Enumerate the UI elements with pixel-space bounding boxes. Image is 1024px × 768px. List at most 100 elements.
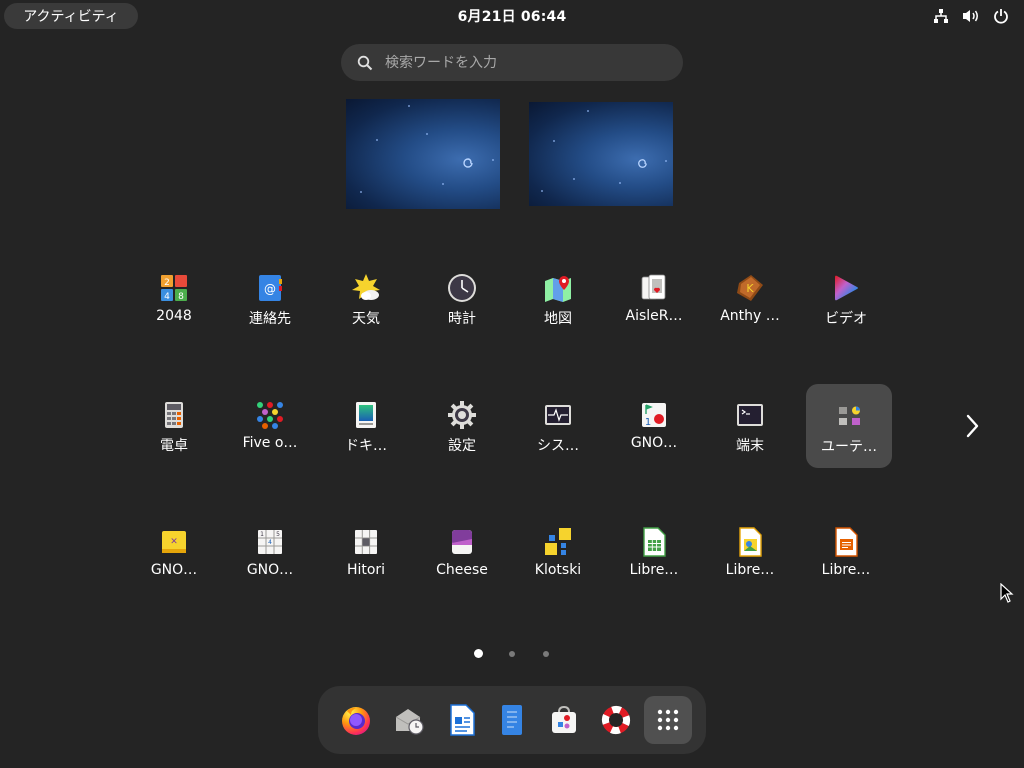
app-label: 連絡先 bbox=[249, 311, 291, 327]
video-icon bbox=[835, 275, 858, 301]
dash-help[interactable] bbox=[592, 696, 640, 744]
app-label: GNO… bbox=[150, 562, 198, 578]
show-apps-icon bbox=[657, 709, 679, 731]
app-label: GNO… bbox=[630, 435, 678, 451]
app-label: Libre… bbox=[821, 562, 871, 578]
app-label: GNO… bbox=[246, 562, 294, 578]
text-editor-icon bbox=[502, 705, 522, 735]
app-grid: 2 4 8 2048 @ 連絡先 天気 時計 地図 AisleR… K Anth… bbox=[125, 256, 893, 596]
app-mines[interactable]: 1 GNO… bbox=[611, 383, 697, 467]
power-icon[interactable] bbox=[992, 7, 1010, 25]
svg-text:K: K bbox=[746, 282, 754, 295]
app-libreoffice-draw[interactable]: Libre… bbox=[707, 510, 793, 594]
svg-text:@: @ bbox=[264, 282, 276, 296]
svg-text:8: 8 bbox=[178, 292, 184, 302]
chevron-right-icon[interactable] bbox=[962, 412, 982, 440]
app-label: Libre… bbox=[725, 562, 775, 578]
debian-swirl-icon bbox=[638, 159, 647, 168]
svg-text:✕: ✕ bbox=[170, 537, 178, 547]
svg-text:4: 4 bbox=[164, 292, 170, 302]
app-mahjongg[interactable]: ✕ GNO… bbox=[131, 510, 217, 594]
app-2048[interactable]: 2 4 8 2048 bbox=[131, 256, 217, 340]
volume-icon[interactable] bbox=[962, 7, 980, 25]
mouse-cursor-icon bbox=[1000, 583, 1014, 603]
workspace-thumbnail-2[interactable] bbox=[529, 102, 673, 206]
top-bar: アクティビティ 6月21日 06:44 bbox=[0, 0, 1024, 32]
dash-software[interactable] bbox=[540, 696, 588, 744]
app-five-or-more[interactable]: Five o… bbox=[227, 383, 313, 467]
terminal-icon bbox=[737, 404, 763, 426]
svg-text:2: 2 bbox=[164, 278, 170, 288]
evolution-icon bbox=[395, 709, 424, 735]
mahjongg-icon: ✕ bbox=[162, 531, 186, 553]
libreoffice-calc-icon bbox=[643, 527, 666, 557]
libreoffice-impress-icon bbox=[835, 527, 858, 557]
system-tray[interactable] bbox=[932, 7, 1010, 25]
app-label: 電卓 bbox=[160, 438, 188, 454]
cheese-icon bbox=[452, 530, 472, 554]
network-icon[interactable] bbox=[932, 7, 950, 25]
clock-icon bbox=[448, 274, 476, 302]
app-label: Libre… bbox=[629, 562, 679, 578]
search-icon bbox=[357, 55, 373, 70]
svg-text:5: 5 bbox=[276, 531, 280, 538]
libreoffice-draw-icon bbox=[739, 527, 762, 557]
search-input[interactable] bbox=[383, 53, 657, 72]
app-contacts[interactable]: @ 連絡先 bbox=[227, 256, 313, 340]
app-maps[interactable]: 地図 bbox=[515, 256, 601, 340]
app-label: 地図 bbox=[544, 311, 572, 327]
app-label: ドキ… bbox=[345, 438, 387, 454]
show-apps-button[interactable] bbox=[644, 696, 692, 744]
app-videos[interactable]: ビデオ bbox=[803, 256, 889, 340]
settings-icon bbox=[448, 401, 476, 429]
page-dot-2[interactable] bbox=[509, 651, 515, 657]
app-libreoffice-impress[interactable]: Libre… bbox=[803, 510, 889, 594]
app-cheese[interactable]: Cheese bbox=[419, 510, 505, 594]
app-calculator[interactable]: 電卓 bbox=[131, 383, 217, 467]
firefox-icon bbox=[342, 707, 370, 735]
app-klotski[interactable]: Klotski bbox=[515, 510, 601, 594]
app-label: 設定 bbox=[448, 438, 476, 454]
app-document-viewer[interactable]: ドキ… bbox=[323, 383, 409, 467]
search-bar[interactable] bbox=[341, 44, 683, 81]
app-label: 2048 bbox=[156, 308, 192, 324]
date-time-button[interactable]: 6月21日 06:44 bbox=[458, 6, 567, 26]
workspace-thumbnail-1[interactable] bbox=[346, 99, 500, 209]
app-anthy[interactable]: K Anthy … bbox=[707, 256, 793, 340]
app-label: Five o… bbox=[242, 435, 298, 451]
app-clocks[interactable]: 時計 bbox=[419, 256, 505, 340]
utilities-folder-icon bbox=[839, 406, 860, 425]
app-libreoffice-calc[interactable]: Libre… bbox=[611, 510, 697, 594]
page-indicator bbox=[470, 649, 554, 661]
app-label: AisleR… bbox=[625, 308, 683, 324]
app-weather[interactable]: 天気 bbox=[323, 256, 409, 340]
dash-libreoffice-writer[interactable] bbox=[438, 696, 486, 744]
svg-text:1: 1 bbox=[645, 417, 651, 428]
app-label: 時計 bbox=[448, 311, 476, 327]
hitori-icon bbox=[355, 530, 377, 554]
app-system-monitor[interactable]: シス… bbox=[515, 383, 601, 467]
app-label: シス… bbox=[537, 438, 579, 454]
app-sudoku[interactable]: 1 5 4 GNO… bbox=[227, 510, 313, 594]
mines-icon: 1 bbox=[642, 403, 666, 428]
app-settings[interactable]: 設定 bbox=[419, 383, 505, 467]
page-dot-3[interactable] bbox=[543, 651, 549, 657]
app-label: Cheese bbox=[436, 562, 488, 578]
app-folder-utilities[interactable]: ユーテ… bbox=[806, 384, 892, 468]
activities-button[interactable]: アクティビティ bbox=[4, 3, 138, 29]
page-dot-1[interactable] bbox=[474, 649, 483, 658]
anthy-icon: K bbox=[737, 275, 763, 301]
dash-firefox[interactable] bbox=[332, 696, 380, 744]
system-monitor-icon bbox=[545, 405, 571, 425]
2048-icon: 2 4 8 bbox=[161, 275, 187, 302]
sudoku-icon: 1 5 4 bbox=[258, 530, 282, 554]
dash-text-editor[interactable] bbox=[488, 696, 536, 744]
app-label: 天気 bbox=[352, 311, 380, 327]
dash-evolution[interactable] bbox=[385, 696, 433, 744]
contacts-icon: @ bbox=[259, 275, 282, 301]
calculator-icon bbox=[165, 402, 183, 428]
klotski-icon bbox=[545, 528, 571, 555]
app-aisleriot[interactable]: AisleR… bbox=[611, 256, 697, 340]
app-hitori[interactable]: Hitori bbox=[323, 510, 409, 594]
app-terminal[interactable]: 端末 bbox=[707, 383, 793, 467]
